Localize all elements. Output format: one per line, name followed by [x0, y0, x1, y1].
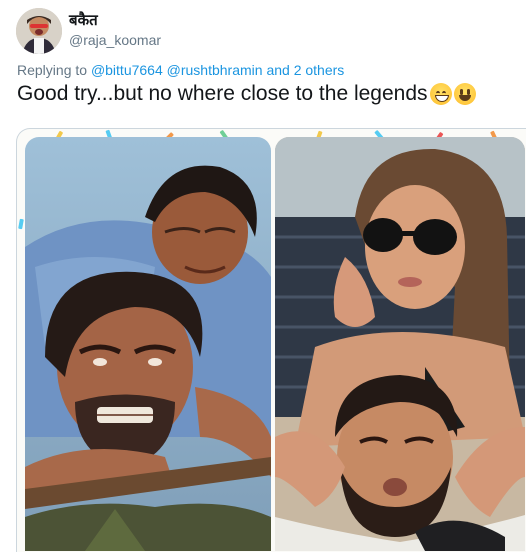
confetti-decoration	[18, 218, 24, 230]
tweet-header: बकैत @raja_koomar	[16, 8, 496, 56]
user-handle[interactable]: @raja_koomar	[69, 31, 161, 50]
replying-mentions[interactable]: @bittu7664 @rushtbhramin	[91, 62, 263, 78]
display-name[interactable]: बकैत	[69, 12, 161, 30]
tweet-text: Good try...but no where close to the leg…	[17, 80, 476, 108]
replying-others-link[interactable]: and 2 others	[266, 62, 344, 78]
tweet-media[interactable]	[16, 128, 526, 552]
right-photo[interactable]	[275, 137, 525, 551]
user-names: बकैत @raja_koomar	[69, 12, 161, 50]
left-photo[interactable]	[25, 137, 271, 551]
replying-to-line: Replying to @bittu7664 @rushtbhramin and…	[17, 61, 344, 79]
avatar[interactable]	[16, 8, 62, 54]
replying-prefix: Replying to	[17, 62, 88, 78]
smiley-face-emoji-icon	[453, 83, 476, 105]
grinning-face-emoji-icon	[429, 83, 452, 105]
tweet-body: Good try...but no where close to the leg…	[17, 82, 428, 105]
